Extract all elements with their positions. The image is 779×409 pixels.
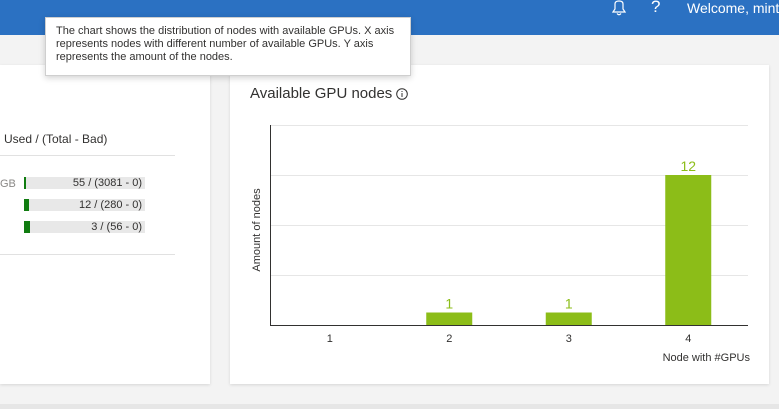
chart-info-tooltip: The chart shows the distribution of node…	[45, 17, 411, 76]
resources-header-divider	[0, 155, 175, 156]
resource-usage-value: 3 / (56 - 0)	[91, 221, 142, 233]
resource-usage-fill	[24, 199, 29, 211]
x-axis-label: Node with #GPUs	[663, 352, 751, 364]
welcome-user-menu[interactable]: Welcome, mint	[687, 0, 779, 18]
resource-usage-value: 12 / (280 - 0)	[79, 199, 142, 211]
resource-label-memory: GB	[0, 178, 16, 190]
resources-footer-divider	[0, 254, 175, 255]
x-tick-label: 2	[446, 333, 452, 345]
bell-icon[interactable]	[612, 0, 626, 18]
resource-usage-bar-memory: 55 / (3081 - 0)	[24, 177, 145, 189]
x-tick-label: 3	[566, 333, 572, 345]
resources-column-header: Used / (Total - Bad)	[4, 132, 108, 146]
chart-bar	[665, 175, 712, 325]
y-axis-label: Amount of nodes	[251, 188, 263, 272]
chart-bar	[426, 312, 473, 325]
bar-data-label: 12	[680, 158, 696, 174]
resource-usage-bar-cpu: 12 / (280 - 0)	[24, 199, 145, 211]
resource-usage-bar-gpu: 3 / (56 - 0)	[24, 221, 145, 233]
help-icon[interactable]: ?	[651, 0, 660, 17]
bar-data-label: 1	[445, 296, 453, 312]
x-tick-label: 1	[327, 333, 333, 345]
resource-usage-value: 55 / (3081 - 0)	[72, 177, 142, 189]
resource-usage-fill	[24, 221, 30, 233]
info-icon[interactable]	[396, 88, 408, 100]
gpu-nodes-bar-chart: 11213124Node with #GPUsAmount of nodes	[251, 125, 751, 364]
page-bottom-strip	[0, 404, 779, 409]
bar-data-label: 1	[565, 296, 573, 312]
resource-usage-fill	[24, 177, 26, 189]
x-tick-label: 4	[685, 333, 691, 345]
chart-bar	[545, 312, 592, 325]
chart-title: Available GPU nodes	[250, 85, 393, 102]
